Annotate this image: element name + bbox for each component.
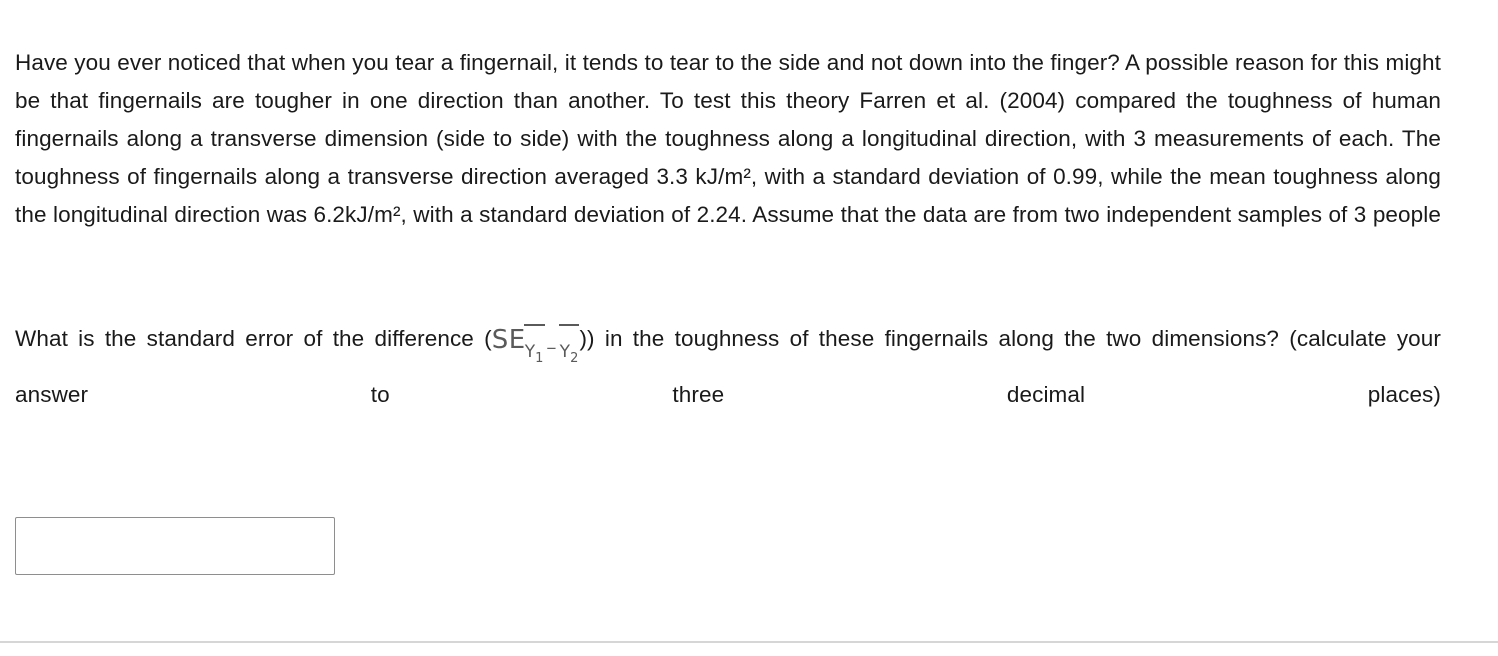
y-bar-2-index: 2 bbox=[570, 351, 579, 366]
question-stem-paragraph: Have you ever noticed that when you tear… bbox=[15, 50, 1441, 227]
y-bar-2-variable: Y bbox=[559, 342, 571, 362]
answer-input[interactable] bbox=[15, 517, 335, 575]
y-bar-term-1: Y1 bbox=[523, 324, 545, 380]
question-content: Have you ever noticed that when you tear… bbox=[15, 44, 1441, 473]
y-bar-term-2: Y2 bbox=[558, 324, 580, 380]
minus-operator: − bbox=[546, 339, 557, 358]
se-subscript: Y1− Y2 bbox=[523, 324, 580, 380]
bottom-divider bbox=[0, 641, 1498, 643]
prompt-text-after-math: ) in the toughness of these fingernails … bbox=[587, 326, 1280, 351]
question-page: Have you ever noticed that when you tear… bbox=[0, 0, 1498, 656]
y-bar-1-index: 1 bbox=[535, 351, 544, 366]
y-bar-1-variable: Y bbox=[524, 342, 536, 362]
question-prompt-paragraph: What is the standard error of the differ… bbox=[15, 312, 1441, 473]
standard-error-formula: SEY1− Y2 bbox=[492, 314, 580, 371]
answer-field-wrapper bbox=[15, 517, 335, 575]
closing-paren: ) bbox=[579, 326, 588, 351]
prompt-text-before-math: What is the standard error of the differ… bbox=[15, 326, 492, 351]
se-symbol: SE bbox=[491, 325, 526, 355]
